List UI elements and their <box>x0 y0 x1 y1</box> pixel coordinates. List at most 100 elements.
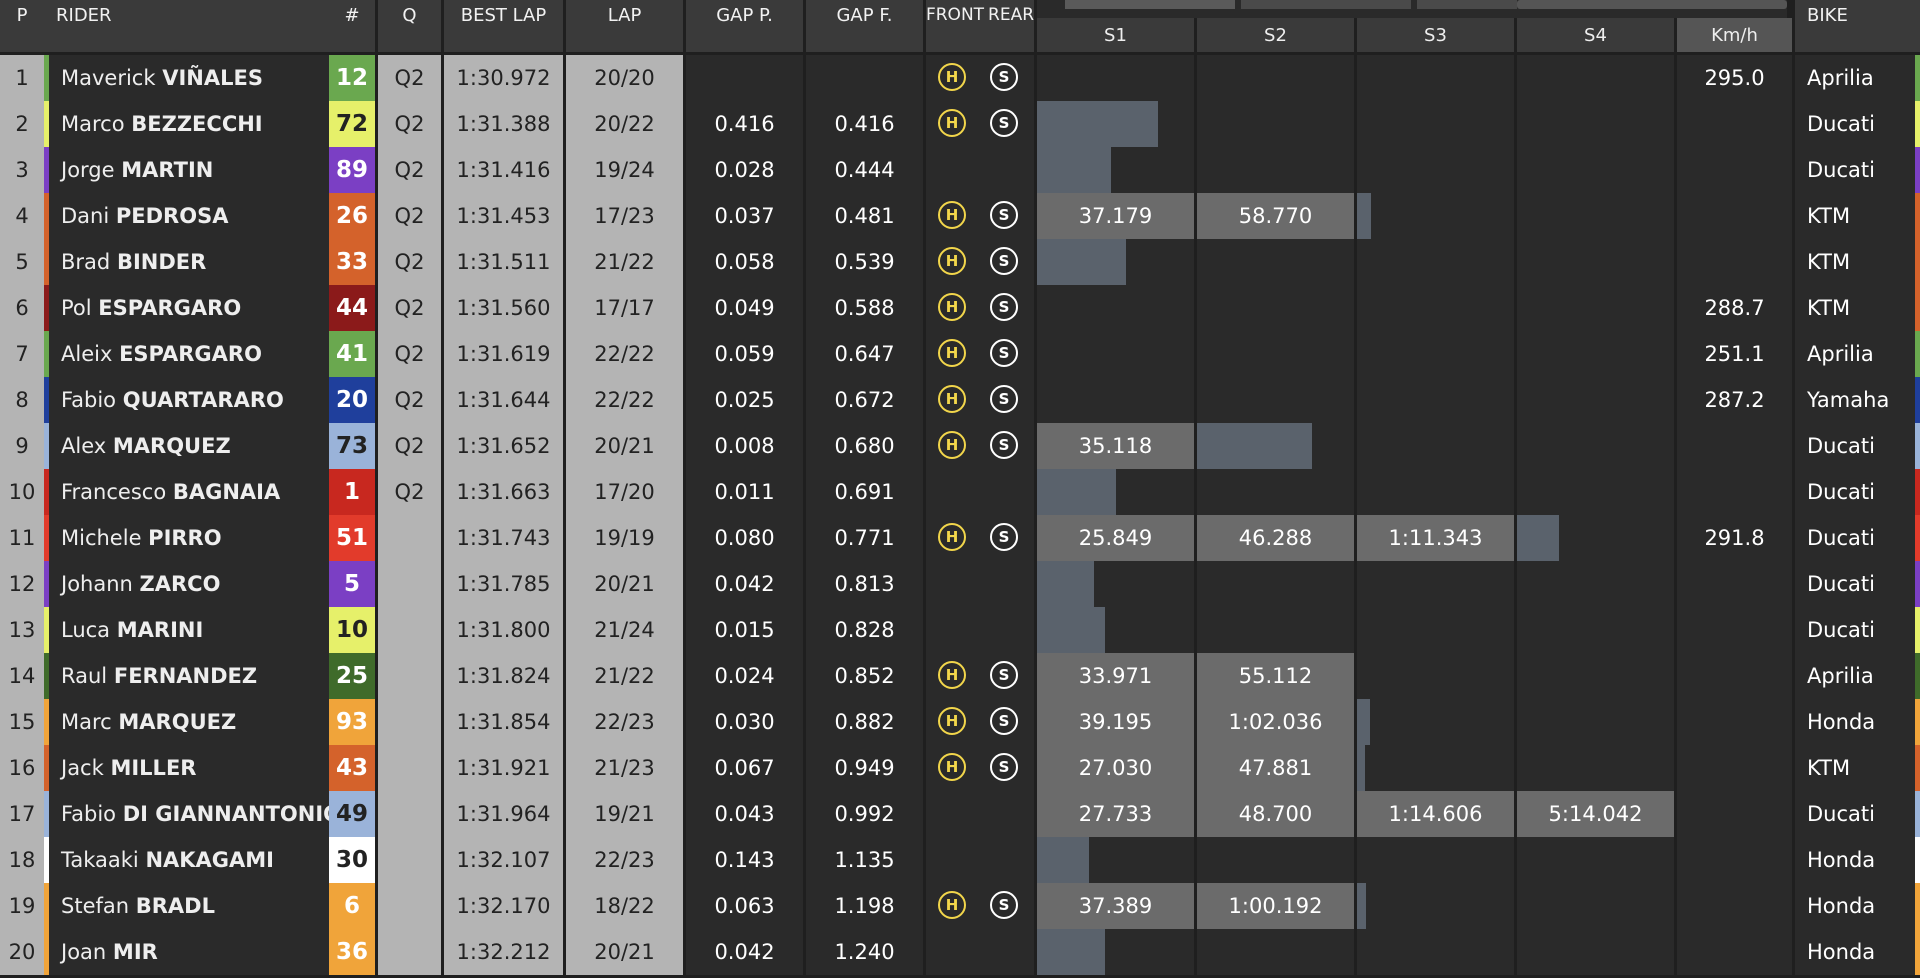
sector-progress-bar <box>1037 837 1089 883</box>
rear-tyre-soft-icon: S <box>990 523 1018 551</box>
qualifying-cell <box>378 515 441 561</box>
sector-s1-cell: 39.195 <box>1037 699 1194 745</box>
sector-s4-cell <box>1517 55 1674 101</box>
tab-last-lap[interactable] <box>1241 0 1411 9</box>
table-row[interactable]: 14 Raul FERNANDEZ 25 1:31.824 21/22 0.024 0.85… <box>0 653 1920 699</box>
position-cell: 8 <box>0 377 44 423</box>
top-speed-cell <box>1677 607 1792 653</box>
sector-s3-cell <box>1357 147 1514 193</box>
rider-name[interactable]: Raul FERNANDEZ <box>49 653 329 699</box>
front-tyre-hard-icon: H <box>938 707 966 735</box>
rider-name[interactable]: Joan MIR <box>49 929 329 975</box>
tyres-cell: HS <box>926 377 1034 423</box>
rider-name[interactable]: Jorge MARTIN <box>49 147 329 193</box>
table-row[interactable]: 7 Aleix ESPARGARO 41 Q2 1:31.619 22/22 0.059 0.… <box>0 331 1920 377</box>
sector-s2-cell: 48.700 <box>1197 791 1354 837</box>
rider-name[interactable]: Takaaki NAKAGAMI <box>49 837 329 883</box>
rider-name[interactable]: Stefan BRADL <box>49 883 329 929</box>
gap-previous-cell: 0.080 <box>686 515 803 561</box>
rider-name[interactable]: Fabio QUARTARARO <box>49 377 329 423</box>
rider-name[interactable]: Pol ESPARGARO <box>49 285 329 331</box>
table-row[interactable]: 16 Jack MILLER 43 1:31.921 21/23 0.067 0.949 H S… <box>0 745 1920 791</box>
sector-s2-time: 1:02.036 <box>1228 710 1323 734</box>
table-row[interactable]: 6 Pol ESPARGARO 44 Q2 1:31.560 17/17 0.049 0.58… <box>0 285 1920 331</box>
rider-name[interactable]: Aleix ESPARGARO <box>49 331 329 377</box>
rider-first-name: Fabio <box>61 388 117 412</box>
rider-name[interactable]: Maverick VIÑALES <box>49 55 329 101</box>
gap-previous-cell: 0.049 <box>686 285 803 331</box>
table-row[interactable]: 11 Michele PIRRO 51 1:31.743 19/19 0.080 0.771… <box>0 515 1920 561</box>
sector-s4-cell <box>1517 101 1674 147</box>
rider-name[interactable]: Marco BEZZECCHI <box>49 101 329 147</box>
gap-previous-cell: 0.030 <box>686 699 803 745</box>
top-speed-cell <box>1677 699 1792 745</box>
rider-name[interactable]: Alex MARQUEZ <box>49 423 329 469</box>
rider-first-name: Marco <box>61 112 125 136</box>
position-cell: 10 <box>0 469 44 515</box>
gap-first-cell: 0.680 <box>806 423 923 469</box>
table-row[interactable]: 15 Marc MARQUEZ 93 1:31.854 22/23 0.030 0.882 H… <box>0 699 1920 745</box>
rear-tyre-soft-icon: S <box>990 63 1018 91</box>
table-row[interactable]: 1 Maverick VIÑALES 12 Q2 1:30.972 20/20 H S 295.… <box>0 55 1920 101</box>
timing-table: P RIDER # Q BEST LAP LAP GAP P. GAP F. F… <box>0 0 1920 978</box>
tyres-cell: HS <box>926 101 1034 147</box>
team-color-edge <box>1915 423 1920 469</box>
gap-first-cell: 1.240 <box>806 929 923 975</box>
sector-s4-cell: 5:14.042 <box>1517 791 1674 837</box>
sector-s1-cell <box>1037 331 1194 377</box>
sector-s3-cell <box>1357 469 1514 515</box>
tyres-cell: HS <box>926 331 1034 377</box>
rider-name[interactable]: Johann ZARCO <box>49 561 329 607</box>
rider-name[interactable]: Michele PIRRO <box>49 515 329 561</box>
table-row[interactable]: 4 Dani PEDROSA 26 Q2 1:31.453 17/23 0.037 0.481… <box>0 193 1920 239</box>
table-row[interactable]: 3 Jorge MARTIN 89 Q2 1:31.416 19/24 0.028 0.444… <box>0 147 1920 193</box>
best-lap-cell: 1:31.824 <box>444 653 563 699</box>
sector-dropdown[interactable] <box>1517 0 1787 9</box>
team-color-edge <box>1915 883 1920 929</box>
position-cell: 7 <box>0 331 44 377</box>
qualifying-cell <box>378 607 441 653</box>
best-lap-cell: 1:31.854 <box>444 699 563 745</box>
lap-count-cell: 20/21 <box>566 929 683 975</box>
col-header-s3: S3 <box>1357 18 1514 52</box>
rider-name[interactable]: Marc MARQUEZ <box>49 699 329 745</box>
sector-s2-time: 48.700 <box>1238 802 1313 826</box>
rear-tyre-soft-icon: S <box>990 431 1018 459</box>
table-row[interactable]: 10 Francesco BAGNAIA 1 Q2 1:31.663 17/20 0.011… <box>0 469 1920 515</box>
rider-first-name: Brad <box>61 250 111 274</box>
table-row[interactable]: 8 Fabio QUARTARARO 20 Q2 1:31.644 22/22 0.025 0… <box>0 377 1920 423</box>
sector-s2-cell: 1:02.036 <box>1197 699 1354 745</box>
bike-manufacturer-cell: Honda <box>1795 883 1915 929</box>
table-row[interactable]: 5 Brad BINDER 33 Q2 1:31.511 21/22 0.058 0.539 H… <box>0 239 1920 285</box>
tyres-cell <box>926 929 1034 975</box>
qualifying-cell: Q2 <box>378 423 441 469</box>
rider-name[interactable]: Jack MILLER <box>49 745 329 791</box>
tab-current-lap[interactable] <box>1065 0 1235 9</box>
table-row[interactable]: 9 Alex MARQUEZ 73 Q2 1:31.652 20/21 0.008 0.680… <box>0 423 1920 469</box>
rider-name[interactable]: Luca MARINI <box>49 607 329 653</box>
table-row[interactable]: 20 Joan MIR 36 1:32.212 20/21 0.042 1.240 Honda <box>0 929 1920 975</box>
sector-s2-cell <box>1197 331 1354 377</box>
qualifying-cell <box>378 883 441 929</box>
gap-first-cell: 0.882 <box>806 699 923 745</box>
top-speed-cell <box>1677 193 1792 239</box>
rider-name[interactable]: Dani PEDROSA <box>49 193 329 239</box>
position-cell: 18 <box>0 837 44 883</box>
rider-number-badge: 5 <box>329 561 375 607</box>
table-row[interactable]: 17 Fabio DI GIANNANTONIO 49 1:31.964 19/21 0.… <box>0 791 1920 837</box>
table-row[interactable]: 12 Johann ZARCO 5 1:31.785 20/21 0.042 0.813 Du… <box>0 561 1920 607</box>
gap-previous-cell: 0.143 <box>686 837 803 883</box>
table-row[interactable]: 19 Stefan BRADL 6 1:32.170 18/22 0.063 1.198 H S… <box>0 883 1920 929</box>
rider-name[interactable]: Brad BINDER <box>49 239 329 285</box>
team-color-edge <box>1915 331 1920 377</box>
sector-s2-time: 58.770 <box>1238 204 1313 228</box>
sector-s4-cell <box>1517 699 1674 745</box>
top-speed-cell: 295.0 <box>1677 55 1792 101</box>
table-row[interactable]: 18 Takaaki NAKAGAMI 30 1:32.107 22/23 0.143 1.… <box>0 837 1920 883</box>
rider-name[interactable]: Fabio DI GIANNANTONIO <box>49 791 341 837</box>
rider-name[interactable]: Francesco BAGNAIA <box>49 469 329 515</box>
front-tyre-hard-icon: H <box>938 891 966 919</box>
table-row[interactable]: 2 Marco BEZZECCHI 72 Q2 1:31.388 20/22 0.416 0.… <box>0 101 1920 147</box>
tyres-cell <box>926 147 1034 193</box>
table-row[interactable]: 13 Luca MARINI 10 1:31.800 21/24 0.015 0.828 Du… <box>0 607 1920 653</box>
